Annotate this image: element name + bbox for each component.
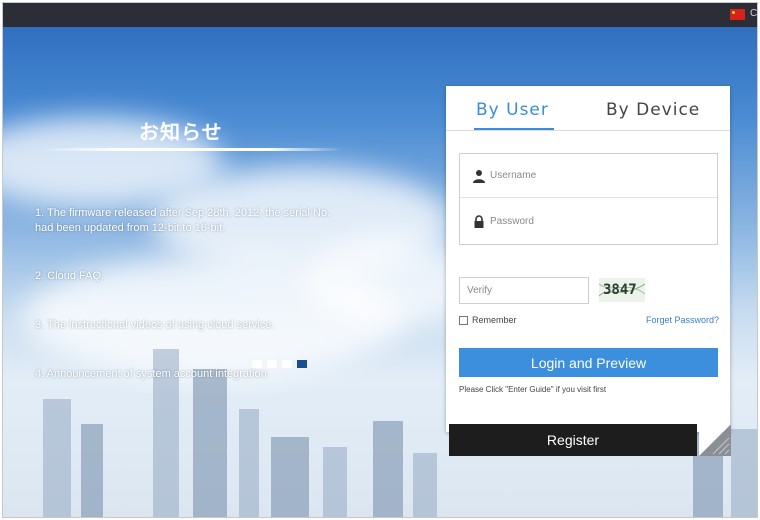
building (81, 424, 103, 517)
app-frame: C お知らせ 1. The firmware released after Se… (2, 2, 758, 518)
building (239, 409, 259, 517)
page-corner-icon[interactable] (699, 424, 731, 456)
remember-option[interactable]: Remember (459, 315, 517, 325)
notice-item-firmware[interactable]: 1. The firmware released after Sep 28th,… (35, 206, 335, 236)
remember-label: Remember (472, 315, 517, 325)
building (271, 437, 309, 517)
login-panel: By User By Device Username Verify 3847 R… (446, 86, 730, 432)
building (323, 447, 347, 517)
building (731, 429, 757, 517)
building (413, 453, 437, 517)
notice-item-videos[interactable]: 3. The instructional videos of using clo… (35, 318, 335, 333)
remember-checkbox[interactable] (459, 315, 468, 325)
slide-dot[interactable] (252, 360, 262, 368)
slide-dot[interactable] (282, 360, 292, 368)
user-icon (473, 170, 485, 183)
language-selector[interactable]: C (750, 8, 757, 19)
building (373, 421, 403, 517)
notice-title: お知らせ (139, 122, 223, 144)
enter-guide-hint: Please Click "Enter Guide" if you visit … (459, 385, 607, 394)
slide-dot[interactable] (267, 360, 277, 368)
verify-input[interactable] (459, 277, 589, 304)
register-button[interactable]: Register (449, 424, 697, 456)
username-row (460, 154, 717, 198)
login-tabs: By User By Device (446, 86, 730, 131)
notice-item-cloud-faq[interactable]: 2. Cloud FAQ. (35, 269, 335, 284)
tab-by-device[interactable]: By Device (606, 100, 700, 120)
forgot-password-link[interactable]: Forget Password? (646, 315, 719, 325)
slide-indicator (252, 360, 307, 368)
slide-dot-active[interactable] (297, 360, 307, 368)
top-bar: C (3, 3, 757, 27)
lock-icon (474, 215, 484, 228)
captcha-image[interactable]: 3847 (599, 278, 645, 302)
tab-by-user[interactable]: By User (476, 100, 549, 120)
china-flag-icon[interactable] (730, 9, 745, 20)
building (43, 399, 71, 517)
building (193, 369, 227, 517)
credentials-box (459, 153, 718, 245)
captcha-text: 3847 (603, 282, 637, 298)
login-preview-button[interactable]: Login and Preview (459, 348, 718, 377)
notice-divider (43, 148, 343, 151)
active-tab-indicator (474, 128, 554, 130)
username-input[interactable] (490, 164, 700, 186)
password-input[interactable] (490, 210, 700, 232)
notice-item-account[interactable]: 4. Announcement of system account integr… (35, 367, 335, 382)
password-row (460, 200, 717, 244)
